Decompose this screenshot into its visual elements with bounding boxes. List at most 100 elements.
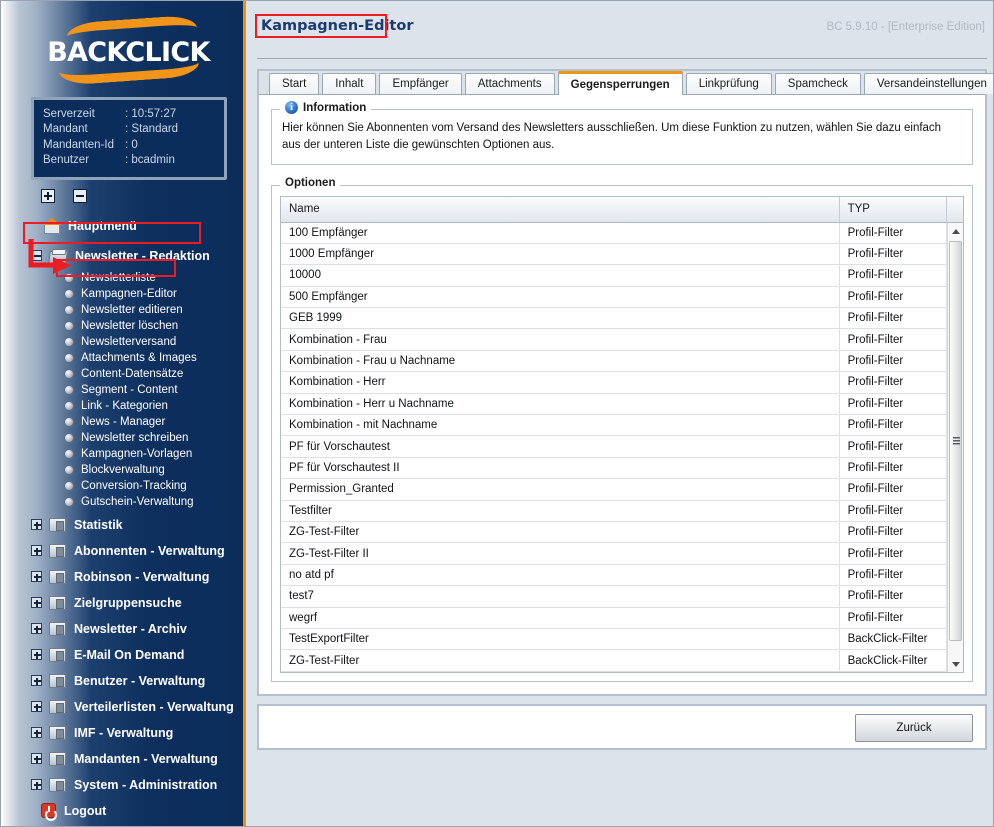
sidebar-item-newsletterversand[interactable]: Newsletterversand [1,334,243,350]
table-row[interactable]: PF für Vorschautest Profil-Filter [281,435,963,458]
scroll-down-button[interactable] [948,656,963,672]
sidebar-item-news-manager[interactable]: News - Manager [1,414,243,430]
expand-toggle-icon[interactable] [31,779,42,791]
sidebar-item-blockverwaltung[interactable]: Blockverwaltung [1,462,243,478]
sidebar-item-newsletter-schreiben[interactable]: Newsletter schreiben [1,430,243,446]
expand-all-button[interactable] [41,188,55,203]
expand-toggle-icon[interactable] [31,571,42,583]
session-sep-1: : [125,123,129,136]
sidebar-group-mandanten-verwaltung[interactable]: Mandanten - Verwaltung [1,746,243,772]
sidebar-group-statistik[interactable]: Statistik [1,512,243,538]
table-row[interactable]: Testfilter Profil-Filter [281,500,963,522]
table-row[interactable]: 100 Empfänger Profil-Filter [281,222,963,244]
sidebar-group-label: Verteilerlisten - Verwaltung [74,699,234,714]
sidebar-item-logout[interactable]: Logout [1,798,243,824]
collapse-all-button[interactable] [73,188,87,203]
sidebar-item-attachments-images[interactable]: Attachments & Images [1,350,243,366]
sidebar-group-newsletter-archiv[interactable]: Newsletter - Archiv [1,616,243,642]
table-row[interactable]: PF für Vorschautest II Profil-Filter [281,457,963,480]
cell-name: test7 [281,585,840,608]
bullet-icon [64,288,74,299]
tab-gegensperrungen[interactable]: Gegensperrungen [557,71,683,95]
sidebar-item-segment-content[interactable]: Segment - Content [1,382,243,398]
cell-typ: Profil-Filter [839,307,948,330]
tab-empfaenger[interactable]: Empfänger [379,73,462,94]
table-row[interactable]: ZG-Test-Filter BackClick-Filter [281,649,963,672]
sidebar-item-kampagnen-editor[interactable]: Kampagnen-Editor [1,286,243,302]
tab-attachments[interactable]: Attachments [464,73,555,94]
sidebar-item-newsletter-loeschen[interactable]: Newsletter löschen [1,318,243,334]
options-table-scrollbar[interactable] [947,223,963,672]
table-row[interactable]: ZG-Test-Filter II Profil-Filter [281,542,963,565]
expand-toggle-icon[interactable] [31,675,42,687]
cell-name: 1000 Empfänger [281,243,840,266]
back-button[interactable]: Zurück [855,714,973,742]
table-row[interactable]: wegrf Profil-Filter [281,607,963,629]
session-sep-2: : [125,138,129,151]
expand-toggle-icon[interactable] [31,519,42,531]
column-header-typ[interactable]: TYP [839,197,948,223]
scrollbar-thumb[interactable] [949,241,962,641]
sidebar-group-zielgruppensuche[interactable]: Zielgruppensuche [1,590,243,616]
sidebar-group-abonnenten-verwaltung[interactable]: Abonnenten - Verwaltung [1,538,243,564]
column-header-name[interactable]: Name [281,197,840,223]
table-row[interactable]: Kombination - Herr u Nachname Profil-Filt… [281,393,963,416]
cell-typ: Profil-Filter [839,478,948,501]
expand-toggle-icon[interactable] [31,727,42,739]
table-row[interactable]: no atd pf Profil-Filter [281,564,963,587]
tab-inhalt[interactable]: Inhalt [322,73,377,94]
expand-toggle-icon[interactable] [31,545,42,557]
table-row[interactable]: 10000 Profil-Filter [281,264,963,287]
sidebar-item-kampagnen-vorlagen[interactable]: Kampagnen-Vorlagen [1,446,243,462]
table-row[interactable]: 500 Empfänger Profil-Filter [281,286,963,309]
sidebar-item-hauptmenu[interactable]: Hauptmenü [1,213,243,239]
sidebar-item-link-kategorien[interactable]: Link - Kategorien [1,398,243,414]
tab-spamcheck[interactable]: Spamcheck [774,73,861,94]
sidebar-item-content-datensaetze[interactable]: Content-Datensätze [1,366,243,382]
expand-toggle-icon[interactable] [31,649,42,661]
table-row[interactable]: test7 Profil-Filter [281,585,963,608]
sidebar-group-label: Benutzer - Verwaltung [74,673,206,688]
tab-versandeinstellungen[interactable]: Versandeinstellungen [863,73,993,94]
folder-icon [49,517,66,532]
cell-typ: Profil-Filter [839,222,948,244]
sidebar-item-gutschein-verwaltung[interactable]: Gutschein-Verwaltung [1,494,243,510]
expand-toggle-icon[interactable] [31,701,42,713]
expand-toggle-icon[interactable] [31,597,42,609]
sidebar-item-label: Link - Kategorien [81,399,168,412]
table-row[interactable]: Kombination - Herr Profil-Filter [281,371,963,394]
sidebar-item-newsletter-editieren[interactable]: Newsletter editieren [1,302,243,318]
sidebar-group-system-administration[interactable]: System - Administration [1,772,243,798]
table-row[interactable]: ZG-Test-Filter Profil-Filter [281,521,963,544]
table-row[interactable]: Permission_Granted Profil-Filter [281,478,963,501]
table-row[interactable]: Kombination - Frau u Nachname Profil-Filt… [281,350,963,373]
sidebar-item-newsletterliste[interactable]: Newsletterliste [1,270,243,286]
session-info-row: Mandanten-Id: 0 [43,138,215,153]
sidebar-item-conversion-tracking[interactable]: Conversion-Tracking [1,478,243,494]
cell-typ: Profil-Filter [839,521,948,544]
sidebar-group-email-on-demand[interactable]: E-Mail On Demand [1,642,243,668]
expand-toggle-icon[interactable] [31,623,42,635]
collapse-toggle-icon[interactable] [31,250,42,262]
tab-linkpruefung[interactable]: Linkprüfung [685,73,772,94]
sidebar-group-newsletter-redaktion[interactable]: Newsletter - Redaktion [1,243,243,269]
scrollbar-grip-icon [953,437,960,446]
table-row[interactable]: Kombination - mit Nachname Profil-Filter [281,414,963,437]
table-header-row: Name TYP [281,197,963,223]
tab-start[interactable]: Start [269,73,320,94]
sidebar-group-benutzer-verwaltung[interactable]: Benutzer - Verwaltung [1,668,243,694]
table-row[interactable]: TestExportFilter BackClick-Filter [281,628,963,651]
sidebar-item-label: Newsletter editieren [81,303,183,316]
session-sep-0: : [125,108,129,120]
scroll-up-button[interactable] [948,223,963,239]
table-row[interactable]: TestVerteilerliste [281,671,963,672]
session-value-mandanten-id: 0 [131,138,138,151]
table-row[interactable]: 1000 Empfänger Profil-Filter [281,243,963,266]
sidebar-group-label: Newsletter - Archiv [74,621,187,636]
sidebar-group-verteilerlisten-verwaltung[interactable]: Verteilerlisten - Verwaltung [1,694,243,720]
sidebar-group-imf-verwaltung[interactable]: IMF - Verwaltung [1,720,243,746]
table-row[interactable]: Kombination - Frau Profil-Filter [281,328,963,351]
table-row[interactable]: GEB 1999 Profil-Filter [281,307,963,330]
expand-toggle-icon[interactable] [31,753,42,765]
sidebar-group-robinson-verwaltung[interactable]: Robinson - Verwaltung [1,564,243,590]
